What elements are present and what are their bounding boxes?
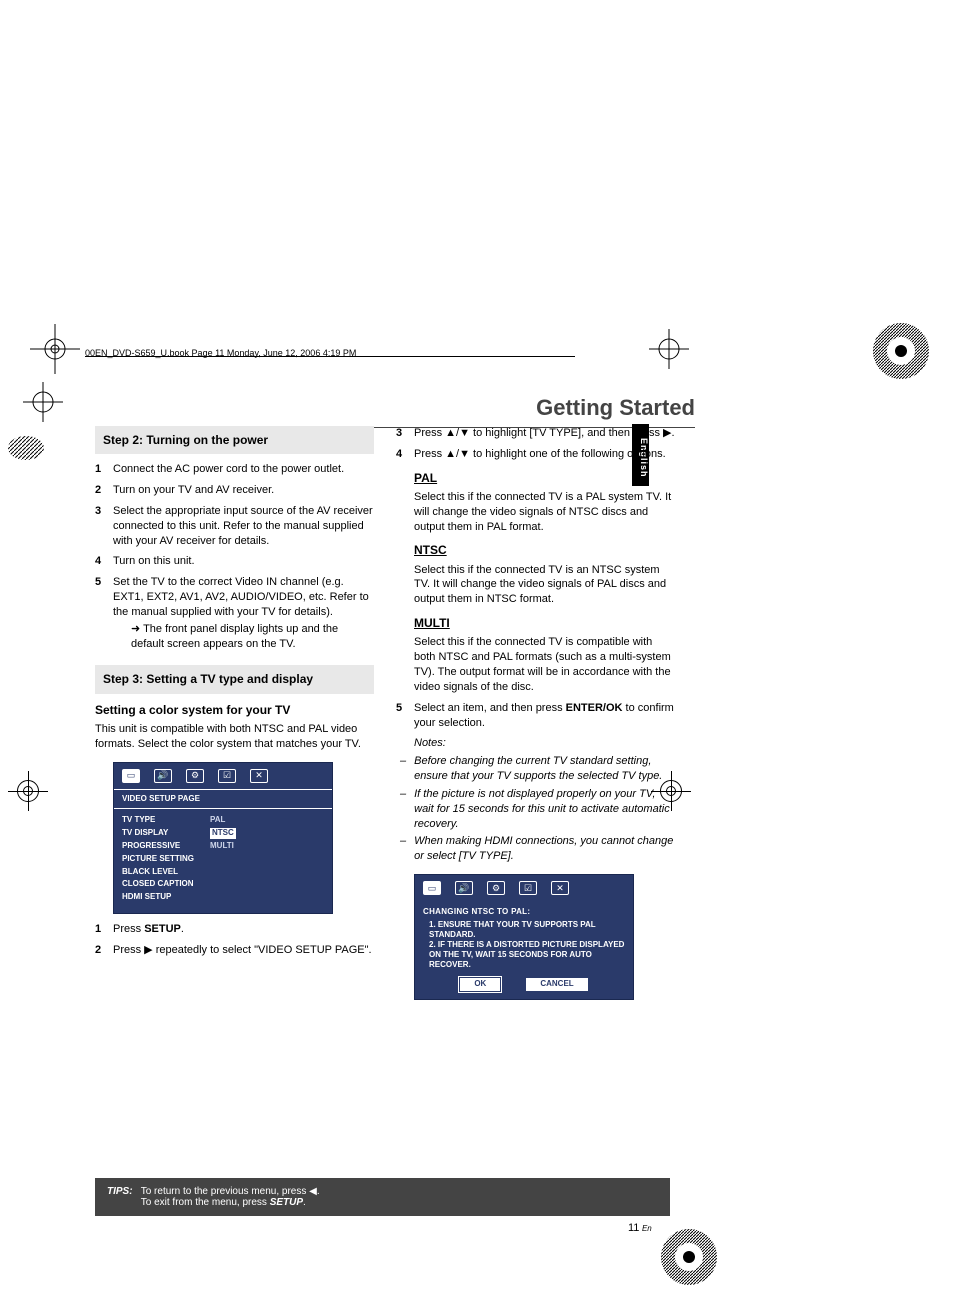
crop-mark xyxy=(30,324,80,374)
osd-item: PICTURE SETTING xyxy=(122,854,194,865)
step-text: Turn on your TV and AV receiver. xyxy=(113,483,274,498)
page-number: 11 En xyxy=(628,1222,652,1234)
audio-tab-icon: 🔊 xyxy=(154,769,172,783)
video-tab-icon: ⚙ xyxy=(487,881,505,895)
general-tab-icon: ▭ xyxy=(423,881,441,895)
general-tab-icon: ▭ xyxy=(122,769,140,783)
step-text: Press ▶ repeatedly to select "VIDEO SETU… xyxy=(113,943,372,958)
list-item: 5 Select an item, and then press ENTER/O… xyxy=(396,701,675,731)
key-name: SETUP xyxy=(144,923,181,935)
step-text: Select an item, and then press xyxy=(414,702,566,714)
tips-bar: TIPS: To return to the previous menu, pr… xyxy=(95,1178,670,1216)
step-text: Turn on this unit. xyxy=(113,554,195,569)
osd-tab-row: ▭ 🔊 ⚙ ☑ ✕ xyxy=(415,875,633,901)
osd-item: TV TYPE xyxy=(122,815,194,826)
option-heading: NTSC xyxy=(414,542,675,558)
osd-dialog-screenshot: ▭ 🔊 ⚙ ☑ ✕ CHANGING NTSC TO PAL: 1. ENSUR… xyxy=(414,874,634,1000)
list-item: 1 Press SETUP. xyxy=(95,922,374,937)
osd-cancel-button: CANCEL xyxy=(526,978,587,991)
note-text: If the picture is not displayed properly… xyxy=(414,787,675,832)
option-heading: MULTI xyxy=(414,615,675,631)
note-item: –When making HDMI connections, you canno… xyxy=(400,834,675,864)
step-text: Press ▲/▼ to highlight [TV TYPE], and th… xyxy=(414,426,675,441)
list-item: 2Press ▶ repeatedly to select "VIDEO SET… xyxy=(95,943,374,958)
step-text: Select the appropriate input source of t… xyxy=(113,504,374,549)
list-item: 4Press ▲/▼ to highlight one of the follo… xyxy=(396,447,675,462)
note-item: –If the picture is not displayed properl… xyxy=(400,787,675,832)
page-title: Getting Started xyxy=(95,395,695,428)
step-text: Press xyxy=(113,923,144,935)
binder-art xyxy=(866,316,936,386)
notes-heading: Notes: xyxy=(414,736,675,751)
osd-tab-row: ▭ 🔊 ⚙ ☑ ✕ xyxy=(114,763,332,789)
osd-item: HDMI SETUP xyxy=(122,892,194,903)
step-text: . xyxy=(181,923,184,935)
key-name: ENTER/OK xyxy=(566,702,623,714)
osd-item: CLOSED CAPTION xyxy=(122,879,194,890)
step-text: Press ▲/▼ to highlight one of the follow… xyxy=(414,447,666,462)
osd-item: PROGRESSIVE xyxy=(122,841,194,852)
crop-mark xyxy=(644,324,694,374)
osd-menu-screenshot: ▭ 🔊 ⚙ ☑ ✕ VIDEO SETUP PAGE TV TYPE TV DI… xyxy=(113,762,333,914)
step2-heading: Step 2: Turning on the power xyxy=(95,426,374,454)
book-metadata-rule xyxy=(85,356,575,357)
subsection-heading: Setting a color system for your TV xyxy=(95,702,374,718)
list-item: 1Connect the AC power cord to the power … xyxy=(95,462,374,477)
audio-tab-icon: 🔊 xyxy=(455,881,473,895)
crop-mark xyxy=(18,377,68,427)
body-text: Select this if the connected TV is compa… xyxy=(414,635,675,694)
tips-text: To return to the previous menu, press ◀. xyxy=(141,1186,320,1197)
osd-option: PAL xyxy=(210,815,236,826)
preference-tab-icon: ☑ xyxy=(218,769,236,783)
exit-tab-icon: ✕ xyxy=(551,881,569,895)
right-column: 3Press ▲/▼ to highlight [TV TYPE], and t… xyxy=(396,426,675,1000)
osd-option-selected: NTSC xyxy=(210,828,236,839)
tips-text: To exit from the menu, press xyxy=(141,1197,270,1208)
osd-option: MULTI xyxy=(210,841,236,852)
list-item: 4Turn on this unit. xyxy=(95,554,374,569)
step-text: Connect the AC power cord to the power o… xyxy=(113,462,344,477)
step3-heading: Step 3: Setting a TV type and display xyxy=(95,665,374,693)
body-text: Select this if the connected TV is a PAL… xyxy=(414,490,675,535)
option-heading: PAL xyxy=(414,470,675,486)
body-text: This unit is compatible with both NTSC a… xyxy=(95,722,374,752)
video-tab-icon: ⚙ xyxy=(186,769,204,783)
note-text: When making HDMI connections, you cannot… xyxy=(414,834,675,864)
osd-dialog-line: 2. IF THERE IS A DISTORTED PICTURE DISPL… xyxy=(415,940,633,970)
preference-tab-icon: ☑ xyxy=(519,881,537,895)
tips-label: TIPS: xyxy=(107,1186,133,1197)
osd-dialog-line: 1. ENSURE THAT YOUR TV SUPPORTS PAL STAN… xyxy=(415,920,633,940)
result-text: ➜ The front panel display lights up and … xyxy=(131,622,374,652)
osd-menu-title: VIDEO SETUP PAGE xyxy=(114,789,332,810)
osd-dialog-title: CHANGING NTSC TO PAL: xyxy=(415,901,633,920)
registration-target xyxy=(17,780,39,802)
binder-art xyxy=(654,1222,724,1292)
binder-art xyxy=(6,423,56,473)
tips-text: . xyxy=(303,1197,306,1208)
exit-tab-icon: ✕ xyxy=(250,769,268,783)
list-item: 2Turn on your TV and AV receiver. xyxy=(95,483,374,498)
osd-item: TV DISPLAY xyxy=(122,828,194,839)
osd-item: BLACK LEVEL xyxy=(122,867,194,878)
left-column: Step 2: Turning on the power 1Connect th… xyxy=(95,426,374,1000)
key-name: SETUP xyxy=(270,1197,303,1208)
body-text: Select this if the connected TV is an NT… xyxy=(414,563,675,608)
list-item: 3Press ▲/▼ to highlight [TV TYPE], and t… xyxy=(396,426,675,441)
list-item: 3Select the appropriate input source of … xyxy=(95,504,374,549)
note-item: –Before changing the current TV standard… xyxy=(400,754,675,784)
note-text: Before changing the current TV standard … xyxy=(414,754,675,784)
osd-ok-button: OK xyxy=(460,978,500,991)
list-item: 5 Set the TV to the correct Video IN cha… xyxy=(95,575,374,651)
step-text: Set the TV to the correct Video IN chann… xyxy=(113,576,369,618)
